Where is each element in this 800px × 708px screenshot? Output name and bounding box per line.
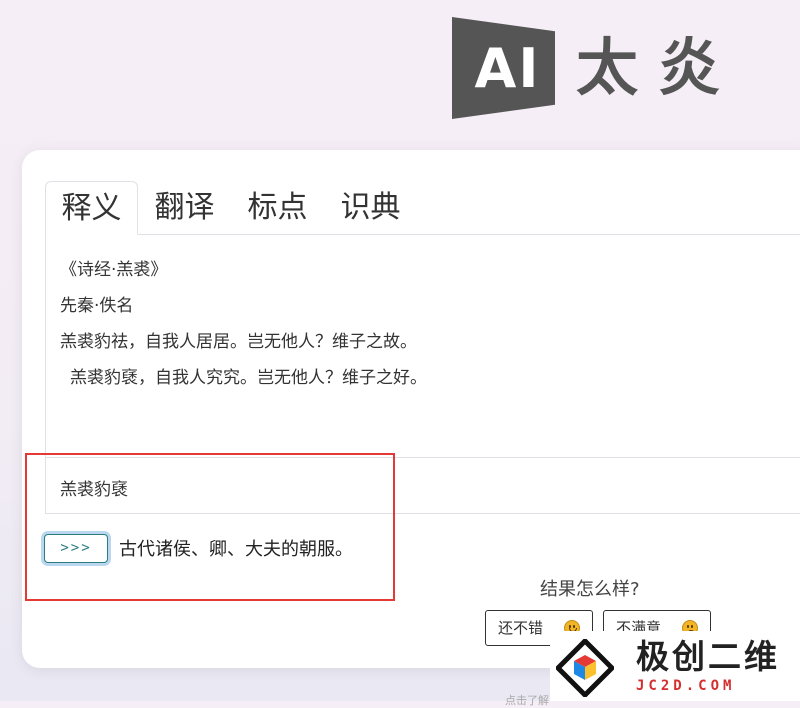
feedback-question: 结果怎么样?: [540, 579, 640, 600]
poem-title: 《诗经·羔裘》: [60, 260, 168, 280]
watermark: 极创二维 JC2D.COM: [550, 631, 800, 701]
logo-name: 太炎: [576, 31, 741, 104]
logo-mark: AI: [452, 17, 555, 119]
result-row: >>> 古代诸侯、卿、大夫的朝服。: [44, 532, 353, 564]
poem-line: 羔裘豹祛，自我人居居。岂无他人？维子之故。: [60, 332, 417, 352]
go-button[interactable]: >>>: [44, 533, 108, 563]
footer-link[interactable]: 点击了解: [505, 692, 549, 708]
app-logo: AI 太炎: [452, 17, 752, 119]
tab-punctuation[interactable]: 标点: [231, 181, 324, 234]
tab-bar: 释义 翻译 标点 识典: [45, 181, 800, 235]
cube-logo-icon: [556, 639, 614, 697]
tab-classics[interactable]: 识典: [324, 181, 417, 234]
tab-definition[interactable]: 释义: [45, 181, 138, 235]
feedback-good-label: 还不错: [498, 619, 544, 637]
logo-ai-text: AI: [474, 37, 541, 100]
result-text: 古代诸侯、卿、大夫的朝服。: [119, 539, 353, 560]
query-field[interactable]: 羔裘豹褎: [45, 458, 800, 514]
poem-author: 先秦·佚名: [60, 296, 134, 316]
tab-translation[interactable]: 翻译: [138, 181, 231, 234]
poem-line: 羔裘豹褎，自我人究究。岂无他人？维子之好。: [70, 368, 427, 388]
text-content-area[interactable]: 《诗经·羔裘》 先秦·佚名 羔裘豹祛，自我人居居。岂无他人？维子之故。 羔裘豹褎…: [45, 234, 800, 458]
watermark-subtitle: JC2D.COM: [636, 678, 736, 694]
main-card: 释义 翻译 标点 识典 《诗经·羔裘》 先秦·佚名 羔裘豹祛，自我人居居。岂无他…: [22, 150, 800, 668]
watermark-title: 极创二维: [636, 637, 780, 676]
